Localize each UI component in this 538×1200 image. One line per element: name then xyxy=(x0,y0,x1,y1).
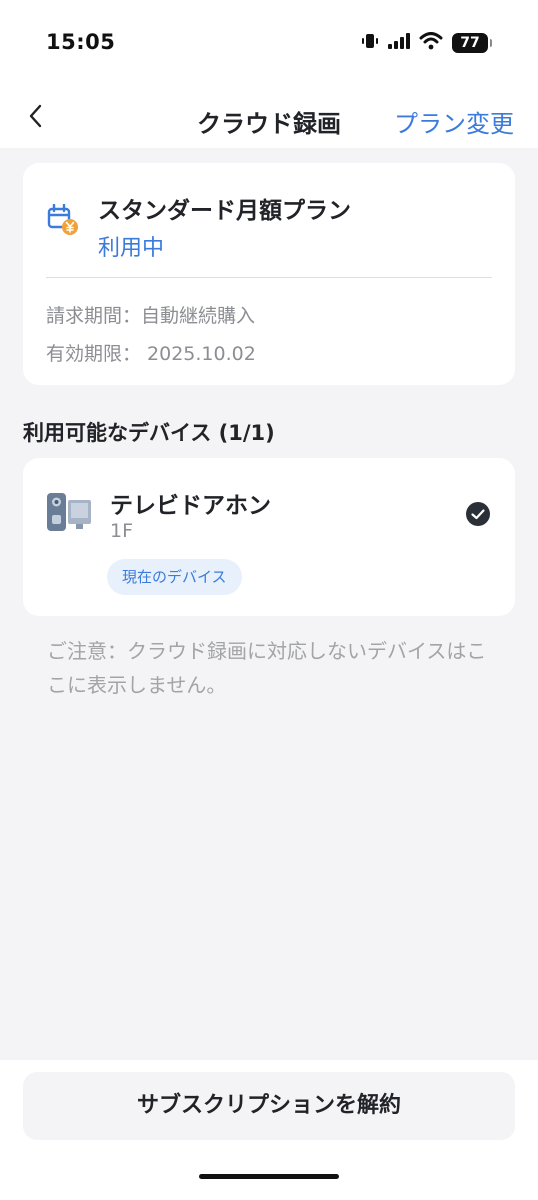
status-icons: 77 xyxy=(361,32,492,54)
current-device-badge: 現在のデバイス xyxy=(107,559,242,595)
battery-icon: 77 xyxy=(452,33,492,53)
notice-text: ご注意：クラウド録画に対応しないデバイスはここに表示しません。 xyxy=(47,639,487,697)
header-area: 15:05 77 クラウド録画 プラン変更 xyxy=(0,0,538,148)
plan-change-button[interactable]: プラン変更 xyxy=(394,104,514,139)
footer-area: サブスクリプションを解約 xyxy=(0,1060,538,1200)
status-bar: 15:05 77 xyxy=(0,0,538,88)
vibrate-icon xyxy=(361,33,379,53)
cancel-subscription-button[interactable]: サブスクリプションを解約 xyxy=(23,1072,515,1140)
doorbell-device-icon xyxy=(46,493,92,533)
plan-status: 利用中 xyxy=(98,236,165,261)
billing-period: 請求期間：自動継続購入 xyxy=(46,305,256,327)
signal-icon xyxy=(388,33,410,53)
status-time: 15:05 xyxy=(46,30,116,54)
divider xyxy=(46,277,492,278)
home-indicator xyxy=(199,1174,339,1179)
expiry-date: 有効期限： 2025.10.02 xyxy=(46,343,256,365)
plan-name: スタンダード月額プラン xyxy=(98,198,351,224)
available-devices-heading: 利用可能なデバイス (1/1) xyxy=(23,421,275,445)
checkmark-icon[interactable] xyxy=(465,501,491,527)
calendar-yen-icon xyxy=(47,203,79,236)
plan-card: スタンダード月額プラン 利用中 請求期間：自動継続購入 有効期限： 2025.1… xyxy=(23,163,515,385)
wifi-icon xyxy=(419,32,443,54)
device-card[interactable]: テレビドアホン 1F 現在のデバイス xyxy=(23,458,515,616)
device-name: テレビドアホン xyxy=(110,493,271,519)
device-location: 1F xyxy=(110,520,134,542)
nav-bar: クラウド録画 プラン変更 xyxy=(0,88,538,148)
